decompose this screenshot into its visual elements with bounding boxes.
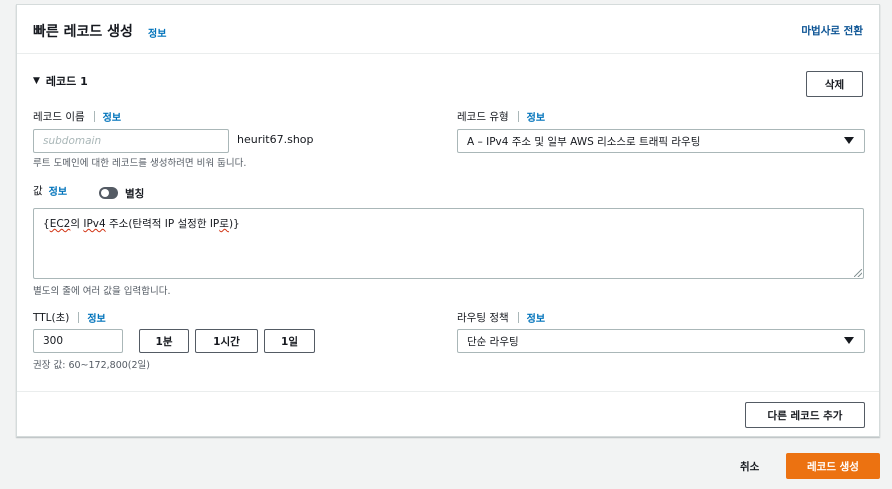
domain-suffix: heurit67.shop	[237, 133, 314, 146]
record-name-label-row: 레코드 이름 정보	[33, 109, 121, 124]
value-text-end: )}	[228, 218, 240, 230]
ttl-1hour-button[interactable]: 1시간	[195, 329, 258, 353]
value-text-ec2: EC2	[49, 218, 71, 230]
alias-toggle[interactable]	[99, 187, 118, 199]
record-type-label: 레코드 유형	[457, 111, 509, 123]
routing-policy-select[interactable]: 단순 라우팅	[457, 329, 865, 353]
value-text-ro: 로	[219, 218, 229, 230]
value-text-mid2: 주소(탄력적 IP 설정한	[105, 218, 210, 230]
record-name-info-link[interactable]: 정보	[103, 109, 121, 124]
routing-policy-label: 라우팅 정책	[457, 312, 509, 324]
divider	[78, 312, 80, 323]
divider	[517, 312, 519, 323]
title-info-link[interactable]: 정보	[148, 25, 166, 40]
record-name-placeholder: subdomain	[43, 135, 102, 147]
value-label-row: 값 정보	[33, 183, 67, 198]
caret-down-icon: ▼	[33, 76, 40, 86]
cancel-button[interactable]: 취소	[740, 459, 759, 474]
page-title: 빠른 레코드 생성	[33, 24, 133, 40]
ttl-1min-button[interactable]: 1분	[139, 329, 189, 353]
routing-policy-value: 단순 라우팅	[467, 335, 519, 348]
add-record-button[interactable]: 다른 레코드 추가	[745, 402, 865, 428]
ttl-label: TTL(초)	[33, 312, 70, 324]
caret-down-icon	[844, 337, 854, 344]
value-text-mid: 의	[70, 218, 84, 230]
divider	[93, 111, 95, 122]
record-value-textarea[interactable]: {EC2의 IPv4 주소(탄력적 IP 설정한 IP로)}	[33, 208, 864, 279]
record-section-toggle[interactable]: ▼ 레코드 1	[33, 73, 88, 89]
create-records-button[interactable]: 레코드 생성	[786, 453, 880, 479]
alias-label: 별칭	[125, 188, 145, 200]
ttl-label-row: TTL(초) 정보	[33, 310, 106, 325]
ttl-hint: 권장 값: 60~172,800(2일)	[33, 360, 150, 371]
record-type-label-row: 레코드 유형 정보	[457, 109, 545, 124]
record-name-input[interactable]: subdomain	[33, 129, 229, 153]
panel-header: 빠른 레코드 생성 정보 마법사로 전환	[17, 5, 879, 54]
record-section-title: 레코드 1	[45, 75, 88, 88]
divider	[17, 391, 879, 392]
resize-handle[interactable]	[854, 269, 862, 277]
ttl-1day-button[interactable]: 1일	[264, 329, 315, 353]
value-text-prefix: {	[43, 218, 50, 230]
delete-record-button[interactable]: 삭제	[806, 71, 863, 97]
value-text-ipv4: IPv4	[83, 218, 106, 230]
toggle-knob	[101, 189, 109, 197]
ttl-input[interactable]: 300	[33, 329, 123, 353]
value-label: 값	[33, 185, 43, 197]
value-text-ip: IP	[209, 218, 220, 230]
switch-to-wizard-link[interactable]: 마법사로 전환	[801, 23, 863, 38]
ttl-value: 300	[43, 335, 64, 347]
caret-down-icon	[844, 137, 854, 144]
routing-label-row: 라우팅 정책 정보	[457, 310, 545, 325]
divider	[517, 111, 519, 122]
record-type-select[interactable]: A – IPv4 주소 및 일부 AWS 리소스로 트래픽 라우팅	[457, 129, 865, 153]
record-type-value: A – IPv4 주소 및 일부 AWS 리소스로 트래픽 라우팅	[467, 135, 701, 148]
routing-info-link[interactable]: 정보	[527, 310, 545, 325]
value-hint: 별도의 줄에 여러 값을 입력합니다.	[33, 286, 171, 297]
value-info-link[interactable]: 정보	[49, 183, 67, 198]
quick-create-panel: 빠른 레코드 생성 정보 마법사로 전환 ▼ 레코드 1 삭제 레코드 이름 정…	[16, 4, 880, 437]
record-type-info-link[interactable]: 정보	[527, 109, 545, 124]
record-name-hint: 루트 도메인에 대한 레코드를 생성하려면 비워 둡니다.	[33, 158, 247, 169]
ttl-info-link[interactable]: 정보	[87, 310, 105, 325]
record-name-label: 레코드 이름	[33, 111, 85, 123]
